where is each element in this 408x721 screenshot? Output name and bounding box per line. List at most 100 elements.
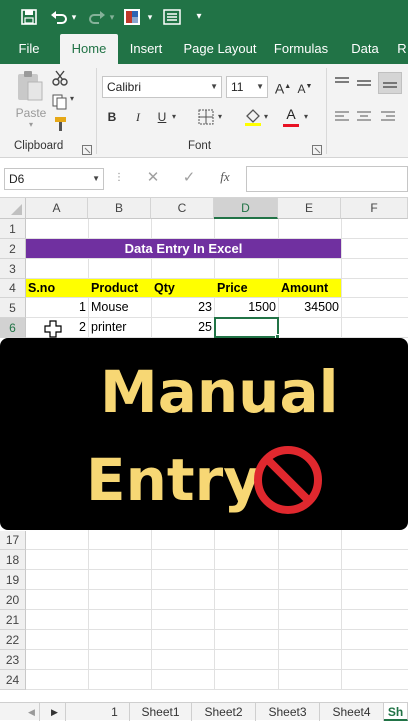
row-header-21[interactable]: 21 — [0, 610, 26, 630]
insert-function-icon[interactable]: fx — [214, 169, 236, 185]
banner-line-2: Entry — [86, 446, 262, 514]
tab-formulas[interactable]: Formulas — [270, 34, 332, 64]
formula-input[interactable] — [246, 166, 408, 192]
tab-insert[interactable]: Insert — [124, 34, 168, 64]
form-icon[interactable] — [160, 6, 184, 28]
tab-data[interactable]: Data — [344, 34, 386, 64]
font-size-dropdown-icon[interactable]: ▼ — [256, 77, 264, 97]
borders-icon[interactable] — [198, 109, 214, 125]
tab-home[interactable]: Home — [60, 34, 118, 64]
underline-button[interactable]: U — [154, 108, 170, 126]
borders-dropdown-icon[interactable]: ▾ — [218, 112, 222, 121]
sheet-tab-sheet1[interactable]: Sheet1 — [130, 703, 192, 721]
tab-review[interactable]: R — [396, 34, 408, 64]
format-painter-icon[interactable] — [120, 6, 144, 28]
paste-dropdown-icon[interactable]: ▾ — [24, 120, 38, 129]
name-box-value: D6 — [9, 172, 25, 186]
align-bottom-button[interactable] — [378, 72, 402, 94]
save-icon[interactable] — [18, 6, 40, 28]
cell-a5[interactable]: 1 — [26, 298, 86, 317]
header-price[interactable]: Price — [217, 279, 277, 298]
header-qty[interactable]: Qty — [154, 279, 214, 298]
cell-b5[interactable]: Mouse — [91, 298, 151, 317]
grow-font-button[interactable]: A▲ — [274, 78, 292, 97]
copy-icon[interactable] — [52, 94, 68, 110]
row-header-6[interactable]: 6 — [0, 318, 26, 338]
header-sno[interactable]: S.no — [28, 279, 88, 298]
cancel-entry-icon[interactable]: ✕ — [144, 168, 162, 186]
align-center-icon[interactable] — [356, 110, 372, 124]
column-header-d[interactable]: D — [214, 198, 278, 219]
row-header-22[interactable]: 22 — [0, 630, 26, 650]
row-header-23[interactable]: 23 — [0, 650, 26, 670]
fill-color-icon[interactable] — [244, 108, 262, 126]
font-name-value: Calibri — [107, 80, 142, 94]
clipboard-group-label: Clipboard — [14, 140, 64, 152]
bold-button[interactable]: B — [104, 108, 120, 126]
font-launcher-icon[interactable] — [312, 142, 322, 155]
paste-label[interactable]: Paste — [14, 106, 48, 120]
tab-page-layout[interactable]: Page Layout — [180, 34, 260, 64]
confirm-entry-icon[interactable]: ✓ — [180, 168, 198, 186]
undo-icon[interactable] — [48, 6, 70, 28]
redo-dropdown-icon[interactable]: ▾ — [106, 6, 118, 28]
copy-dropdown-icon[interactable]: ▾ — [70, 94, 80, 103]
name-box[interactable]: D6 ▼ — [4, 168, 104, 190]
scroll-tabs-left-icon[interactable]: ◀ — [24, 703, 40, 721]
redo-icon[interactable] — [86, 6, 108, 28]
shrink-font-button[interactable]: A▼ — [296, 78, 314, 96]
row-header-1[interactable]: 1 — [0, 219, 26, 239]
cell-b6[interactable]: printer — [91, 318, 151, 337]
align-right-icon[interactable] — [380, 110, 396, 124]
cell-d5[interactable]: 1500 — [214, 298, 276, 317]
sheet-tab-sheet2[interactable]: Sheet2 — [192, 703, 256, 721]
column-header-b[interactable]: B — [88, 198, 151, 219]
row-header-3[interactable]: 3 — [0, 259, 26, 279]
tab-file[interactable]: File — [6, 34, 52, 64]
header-product[interactable]: Product — [91, 279, 151, 298]
row-header-5[interactable]: 5 — [0, 298, 26, 318]
cell-c6[interactable]: 25 — [151, 318, 212, 337]
sheet-tab-sheet3[interactable]: Sheet3 — [256, 703, 320, 721]
row-header-2[interactable]: 2 — [0, 239, 26, 259]
cut-icon[interactable] — [52, 70, 68, 86]
column-header-a[interactable]: A — [26, 198, 88, 219]
font-name-dropdown-icon[interactable]: ▼ — [210, 77, 218, 97]
column-header-c[interactable]: C — [151, 198, 214, 219]
active-cell-d6[interactable] — [214, 317, 279, 338]
align-middle-icon[interactable] — [356, 76, 372, 90]
manual-entry-banner: Manual Entry — [0, 338, 408, 530]
font-size-combo[interactable]: 11 ▼ — [226, 76, 268, 98]
customize-qat-icon[interactable]: ▾ — [192, 6, 206, 28]
column-header-f[interactable]: F — [341, 198, 408, 219]
cell-e5[interactable]: 34500 — [278, 298, 339, 317]
row-header-17[interactable]: 17 — [0, 531, 26, 550]
fill-color-dropdown-icon[interactable]: ▾ — [264, 112, 268, 121]
row-header-24[interactable]: 24 — [0, 670, 26, 690]
align-top-icon[interactable] — [334, 76, 350, 90]
align-left-icon[interactable] — [334, 110, 350, 124]
row-header-4[interactable]: 4 — [0, 279, 26, 298]
header-amount[interactable]: Amount — [281, 279, 341, 298]
row-header-18[interactable]: 18 — [0, 550, 26, 570]
sheet-tab-1[interactable]: 1 — [100, 703, 130, 721]
cell-c5[interactable]: 23 — [151, 298, 212, 317]
font-color-icon[interactable]: A — [282, 106, 300, 127]
paste-icon[interactable] — [14, 70, 46, 104]
underline-dropdown-icon[interactable]: ▾ — [172, 112, 176, 121]
format-painter-brush-icon[interactable] — [52, 116, 68, 132]
row-header-20[interactable]: 20 — [0, 590, 26, 610]
font-color-dropdown-icon[interactable]: ▾ — [304, 112, 308, 121]
sheet-tab-active[interactable]: Sh — [384, 703, 408, 721]
font-name-combo[interactable]: Calibri ▼ — [102, 76, 222, 98]
scroll-tabs-right-icon[interactable]: ▶ — [44, 703, 66, 721]
column-header-e[interactable]: E — [278, 198, 341, 219]
row-header-19[interactable]: 19 — [0, 570, 26, 590]
format-dropdown-icon[interactable]: ▾ — [144, 6, 156, 28]
italic-button[interactable]: I — [130, 108, 146, 126]
name-box-dropdown-icon[interactable]: ▼ — [92, 169, 100, 189]
clipboard-launcher-icon[interactable] — [82, 142, 92, 155]
sheet-tab-sheet4[interactable]: Sheet4 — [320, 703, 384, 721]
undo-dropdown-icon[interactable]: ▾ — [68, 6, 80, 28]
select-all-corner[interactable] — [0, 198, 26, 219]
